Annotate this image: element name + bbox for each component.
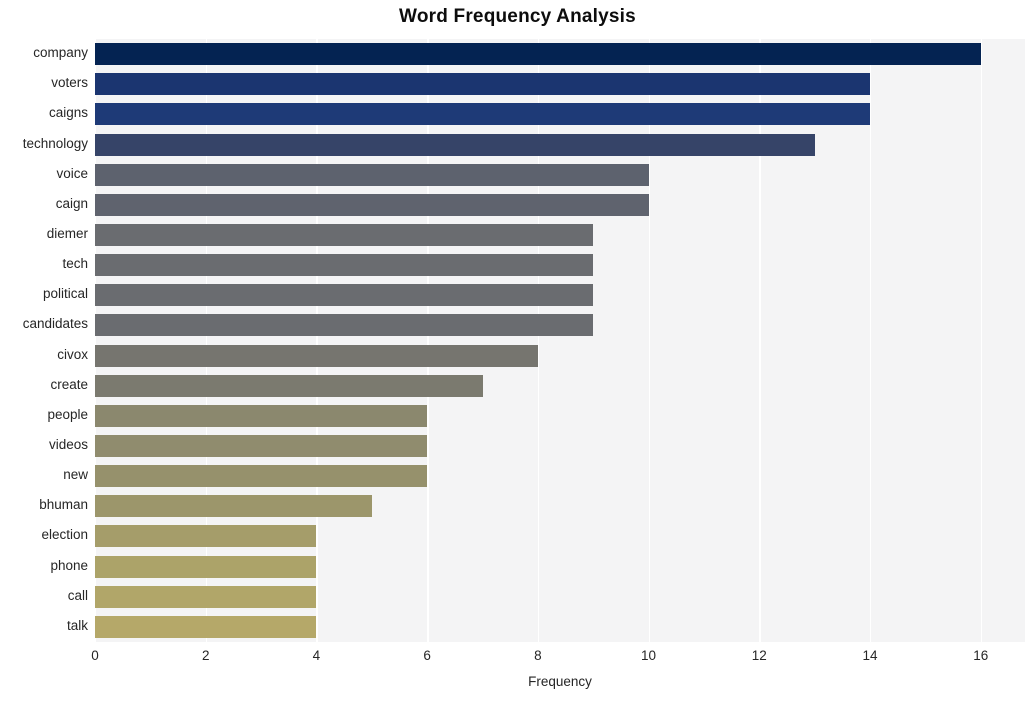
bar-row bbox=[95, 615, 1025, 638]
y-tick-new: new bbox=[63, 467, 88, 483]
x-tick-0: 0 bbox=[91, 648, 99, 663]
bar-diemer[interactable] bbox=[95, 223, 594, 246]
bar-row bbox=[95, 374, 1025, 397]
y-tick-candidates: candidates bbox=[22, 316, 88, 332]
bar-tech[interactable] bbox=[95, 254, 594, 277]
bar-row bbox=[95, 495, 1025, 518]
x-tick-8: 8 bbox=[534, 648, 542, 663]
bar-row bbox=[95, 435, 1025, 458]
bar-bhuman[interactable] bbox=[95, 495, 372, 518]
y-tick-caign: caign bbox=[55, 195, 88, 211]
y-tick-diemer: diemer bbox=[46, 225, 88, 241]
y-tick-civox: civox bbox=[57, 346, 88, 362]
bar-row bbox=[95, 585, 1025, 608]
y-tick-call: call bbox=[67, 587, 88, 603]
bar-election[interactable] bbox=[95, 525, 317, 548]
bar-row bbox=[95, 525, 1025, 548]
bar-row bbox=[95, 555, 1025, 578]
x-tick-10: 10 bbox=[641, 648, 657, 663]
bar-create[interactable] bbox=[95, 374, 483, 397]
y-tick-create: create bbox=[50, 376, 88, 392]
bar-row bbox=[95, 404, 1025, 427]
x-tick-6: 6 bbox=[423, 648, 431, 663]
plot-area bbox=[95, 39, 1025, 642]
bar-row bbox=[95, 43, 1025, 66]
chart-title: Word Frequency Analysis bbox=[399, 6, 636, 27]
bar-civox[interactable] bbox=[95, 344, 538, 367]
y-tick-tech: tech bbox=[62, 256, 88, 272]
bar-caigns[interactable] bbox=[95, 103, 870, 126]
bar-call[interactable] bbox=[95, 585, 317, 608]
bar-people[interactable] bbox=[95, 404, 428, 427]
x-tick-16: 16 bbox=[973, 648, 989, 663]
bar-videos[interactable] bbox=[95, 435, 428, 458]
bar-caign[interactable] bbox=[95, 193, 649, 216]
bar-voters[interactable] bbox=[95, 73, 870, 96]
y-tick-election: election bbox=[41, 527, 88, 543]
x-tick-14: 14 bbox=[862, 648, 878, 663]
y-tick-company: company bbox=[33, 45, 88, 61]
y-tick-people: people bbox=[47, 406, 88, 422]
y-tick-technology: technology bbox=[22, 135, 88, 151]
bar-row bbox=[95, 73, 1025, 96]
bar-candidates[interactable] bbox=[95, 314, 594, 337]
bar-row bbox=[95, 254, 1025, 277]
bar-row bbox=[95, 133, 1025, 156]
bar-row bbox=[95, 314, 1025, 337]
x-tick-2: 2 bbox=[201, 648, 210, 663]
y-tick-caigns: caigns bbox=[48, 105, 88, 121]
chart-figure: Word Frequency Analysis company voters cai… bbox=[0, 0, 1035, 701]
y-tick-videos: videos bbox=[48, 437, 88, 453]
y-axis-tick-labels: company voters caigns technology voice caign d… bbox=[0, 39, 88, 642]
x-tick-12: 12 bbox=[751, 648, 767, 663]
bar-technology[interactable] bbox=[95, 133, 815, 156]
bar-new[interactable] bbox=[95, 465, 428, 488]
bar-political[interactable] bbox=[95, 284, 594, 307]
bar-phone[interactable] bbox=[95, 555, 317, 578]
y-tick-political: political bbox=[42, 286, 88, 302]
y-tick-voice: voice bbox=[56, 165, 88, 181]
bar-row bbox=[95, 344, 1025, 367]
y-tick-voters: voters bbox=[51, 75, 88, 91]
bar-row bbox=[95, 103, 1025, 126]
bar-row bbox=[95, 465, 1025, 488]
bar-row bbox=[95, 284, 1025, 307]
bar-series bbox=[95, 39, 1025, 642]
bar-row bbox=[95, 193, 1025, 216]
y-tick-phone: phone bbox=[50, 557, 88, 573]
x-tick-4: 4 bbox=[312, 648, 321, 663]
bar-talk[interactable] bbox=[95, 615, 317, 638]
bar-company[interactable] bbox=[95, 43, 981, 66]
bar-row bbox=[95, 163, 1025, 186]
y-tick-talk: talk bbox=[66, 617, 88, 633]
x-axis-title: Frequency bbox=[528, 674, 592, 689]
bar-voice[interactable] bbox=[95, 163, 649, 186]
x-axis-tick-labels: 0 2 4 6 8 10 12 14 16 bbox=[0, 648, 1035, 670]
bar-row bbox=[95, 223, 1025, 246]
y-tick-bhuman: bhuman bbox=[39, 497, 88, 513]
